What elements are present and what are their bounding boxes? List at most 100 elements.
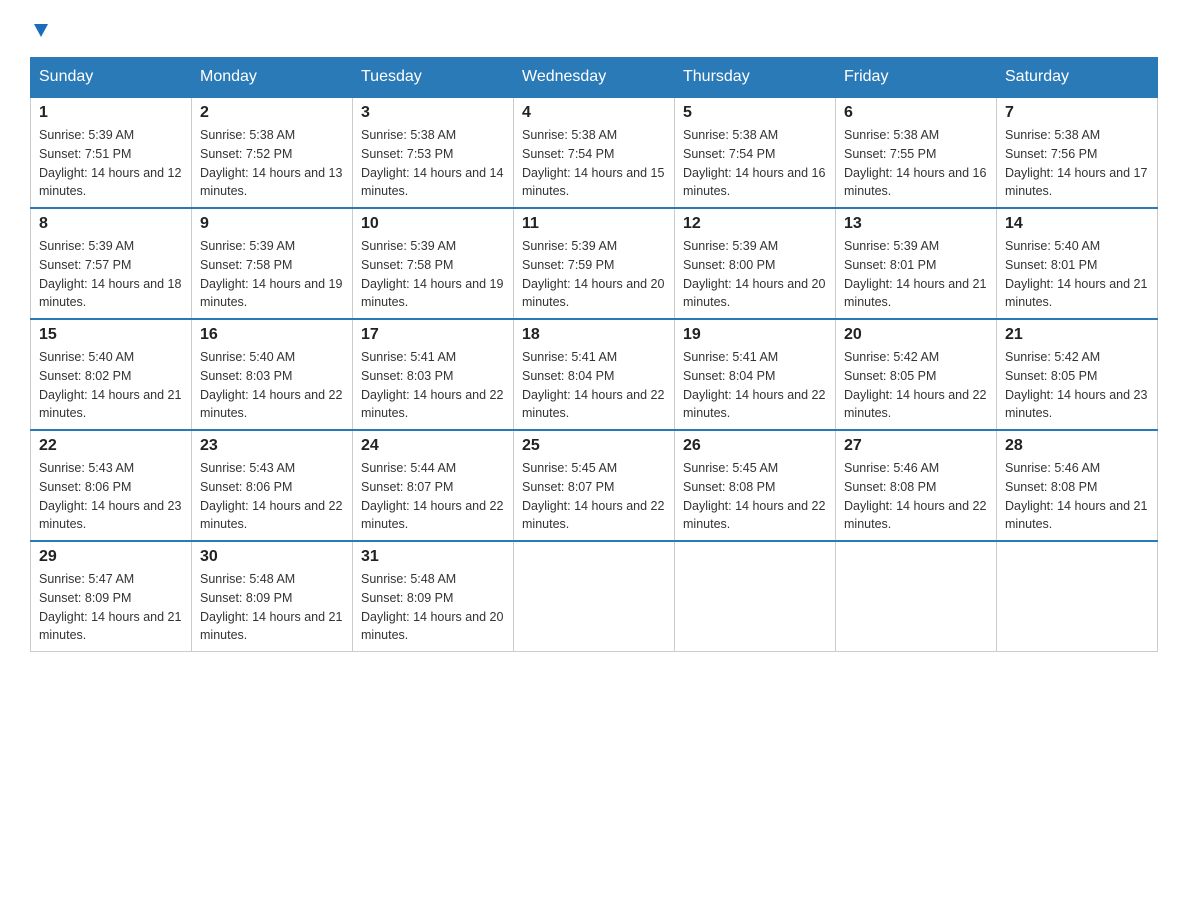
calendar-day-header: Friday [836,58,997,98]
calendar-cell [514,541,675,652]
day-number: 14 [1005,215,1149,233]
day-number: 22 [39,437,183,455]
day-info: Sunrise: 5:44 AMSunset: 8:07 PMDaylight:… [361,459,505,534]
day-number: 11 [522,215,666,233]
calendar-cell: 10 Sunrise: 5:39 AMSunset: 7:58 PMDayligh… [353,208,514,319]
calendar-cell: 11 Sunrise: 5:39 AMSunset: 7:59 PMDayligh… [514,208,675,319]
calendar-cell [836,541,997,652]
calendar-table: SundayMondayTuesdayWednesdayThursdayFrid… [30,57,1158,652]
calendar-cell: 1 Sunrise: 5:39 AMSunset: 7:51 PMDaylight… [31,97,192,208]
day-info: Sunrise: 5:46 AMSunset: 8:08 PMDaylight:… [844,459,988,534]
day-number: 15 [39,326,183,344]
calendar-cell: 7 Sunrise: 5:38 AMSunset: 7:56 PMDaylight… [997,97,1158,208]
calendar-cell: 29Sunrise: 5:47 AMSunset: 8:09 PMDayligh… [31,541,192,652]
calendar-week-row: 22 Sunrise: 5:43 AMSunset: 8:06 PMDayligh… [31,430,1158,541]
calendar-day-header: Monday [192,58,353,98]
day-number: 13 [844,215,988,233]
calendar-cell: 20 Sunrise: 5:42 AMSunset: 8:05 PMDayligh… [836,319,997,430]
day-info: Sunrise: 5:39 AMSunset: 8:01 PMDaylight:… [844,237,988,312]
day-info: Sunrise: 5:38 AMSunset: 7:56 PMDaylight:… [1005,126,1149,201]
day-number: 9 [200,215,344,233]
calendar-cell: 22 Sunrise: 5:43 AMSunset: 8:06 PMDayligh… [31,430,192,541]
calendar-day-header: Tuesday [353,58,514,98]
logo-arrow-icon [30,20,52,47]
day-info: Sunrise: 5:41 AMSunset: 8:03 PMDaylight:… [361,348,505,423]
calendar-cell [675,541,836,652]
calendar-header: SundayMondayTuesdayWednesdayThursdayFrid… [31,58,1158,98]
day-info: Sunrise: 5:39 AMSunset: 7:58 PMDaylight:… [200,237,344,312]
day-number: 6 [844,104,988,122]
calendar-cell: 5 Sunrise: 5:38 AMSunset: 7:54 PMDaylight… [675,97,836,208]
calendar-cell: 14 Sunrise: 5:40 AMSunset: 8:01 PMDayligh… [997,208,1158,319]
day-info: Sunrise: 5:38 AMSunset: 7:54 PMDaylight:… [522,126,666,201]
day-info: Sunrise: 5:48 AMSunset: 8:09 PMDaylight:… [361,570,505,645]
calendar-cell: 28Sunrise: 5:46 AMSunset: 8:08 PMDayligh… [997,430,1158,541]
day-number: 31 [361,548,505,566]
calendar-cell: 21 Sunrise: 5:42 AMSunset: 8:05 PMDayligh… [997,319,1158,430]
calendar-week-row: 29Sunrise: 5:47 AMSunset: 8:09 PMDayligh… [31,541,1158,652]
day-info: Sunrise: 5:40 AMSunset: 8:02 PMDaylight:… [39,348,183,423]
calendar-week-row: 1 Sunrise: 5:39 AMSunset: 7:51 PMDaylight… [31,97,1158,208]
day-info: Sunrise: 5:45 AMSunset: 8:08 PMDaylight:… [683,459,827,534]
calendar-cell: 23Sunrise: 5:43 AMSunset: 8:06 PMDayligh… [192,430,353,541]
day-number: 28 [1005,437,1149,455]
day-number: 8 [39,215,183,233]
calendar-cell: 31 Sunrise: 5:48 AMSunset: 8:09 PMDayligh… [353,541,514,652]
day-info: Sunrise: 5:42 AMSunset: 8:05 PMDaylight:… [1005,348,1149,423]
day-number: 3 [361,104,505,122]
day-info: Sunrise: 5:39 AMSunset: 7:58 PMDaylight:… [361,237,505,312]
day-number: 5 [683,104,827,122]
calendar-cell: 26 Sunrise: 5:45 AMSunset: 8:08 PMDayligh… [675,430,836,541]
day-info: Sunrise: 5:39 AMSunset: 7:57 PMDaylight:… [39,237,183,312]
calendar-cell: 25Sunrise: 5:45 AMSunset: 8:07 PMDayligh… [514,430,675,541]
day-info: Sunrise: 5:38 AMSunset: 7:53 PMDaylight:… [361,126,505,201]
day-info: Sunrise: 5:39 AMSunset: 7:59 PMDaylight:… [522,237,666,312]
calendar-cell: 13 Sunrise: 5:39 AMSunset: 8:01 PMDayligh… [836,208,997,319]
day-info: Sunrise: 5:42 AMSunset: 8:05 PMDaylight:… [844,348,988,423]
calendar-cell: 4 Sunrise: 5:38 AMSunset: 7:54 PMDaylight… [514,97,675,208]
calendar-cell: 2Sunrise: 5:38 AMSunset: 7:52 PMDaylight… [192,97,353,208]
day-info: Sunrise: 5:48 AMSunset: 8:09 PMDaylight:… [200,570,344,645]
day-number: 20 [844,326,988,344]
day-number: 10 [361,215,505,233]
day-number: 30 [200,548,344,566]
day-number: 4 [522,104,666,122]
calendar-cell: 16Sunrise: 5:40 AMSunset: 8:03 PMDayligh… [192,319,353,430]
calendar-cell: 9 Sunrise: 5:39 AMSunset: 7:58 PMDaylight… [192,208,353,319]
day-number: 29 [39,548,183,566]
calendar-week-row: 8 Sunrise: 5:39 AMSunset: 7:57 PMDaylight… [31,208,1158,319]
day-number: 17 [361,326,505,344]
day-info: Sunrise: 5:40 AMSunset: 8:01 PMDaylight:… [1005,237,1149,312]
calendar-cell [997,541,1158,652]
day-number: 26 [683,437,827,455]
day-number: 18 [522,326,666,344]
calendar-cell: 30 Sunrise: 5:48 AMSunset: 8:09 PMDayligh… [192,541,353,652]
page-header [30,20,1158,47]
calendar-cell: 17 Sunrise: 5:41 AMSunset: 8:03 PMDayligh… [353,319,514,430]
calendar-cell: 8 Sunrise: 5:39 AMSunset: 7:57 PMDaylight… [31,208,192,319]
calendar-cell: 18 Sunrise: 5:41 AMSunset: 8:04 PMDayligh… [514,319,675,430]
day-number: 21 [1005,326,1149,344]
day-info: Sunrise: 5:41 AMSunset: 8:04 PMDaylight:… [683,348,827,423]
day-number: 27 [844,437,988,455]
day-info: Sunrise: 5:43 AMSunset: 8:06 PMDaylight:… [39,459,183,534]
day-number: 12 [683,215,827,233]
day-info: Sunrise: 5:38 AMSunset: 7:54 PMDaylight:… [683,126,827,201]
calendar-day-header: Saturday [997,58,1158,98]
calendar-cell: 12Sunrise: 5:39 AMSunset: 8:00 PMDayligh… [675,208,836,319]
calendar-cell: 3 Sunrise: 5:38 AMSunset: 7:53 PMDaylight… [353,97,514,208]
day-number: 1 [39,104,183,122]
calendar-cell: 15 Sunrise: 5:40 AMSunset: 8:02 PMDayligh… [31,319,192,430]
day-number: 7 [1005,104,1149,122]
day-info: Sunrise: 5:38 AMSunset: 7:55 PMDaylight:… [844,126,988,201]
day-info: Sunrise: 5:45 AMSunset: 8:07 PMDaylight:… [522,459,666,534]
calendar-cell: 6 Sunrise: 5:38 AMSunset: 7:55 PMDaylight… [836,97,997,208]
calendar-day-header: Thursday [675,58,836,98]
day-info: Sunrise: 5:39 AMSunset: 7:51 PMDaylight:… [39,126,183,201]
calendar-day-header: Sunday [31,58,192,98]
day-number: 2 [200,104,344,122]
day-info: Sunrise: 5:41 AMSunset: 8:04 PMDaylight:… [522,348,666,423]
calendar-cell: 24Sunrise: 5:44 AMSunset: 8:07 PMDayligh… [353,430,514,541]
day-info: Sunrise: 5:43 AMSunset: 8:06 PMDaylight:… [200,459,344,534]
day-number: 16 [200,326,344,344]
